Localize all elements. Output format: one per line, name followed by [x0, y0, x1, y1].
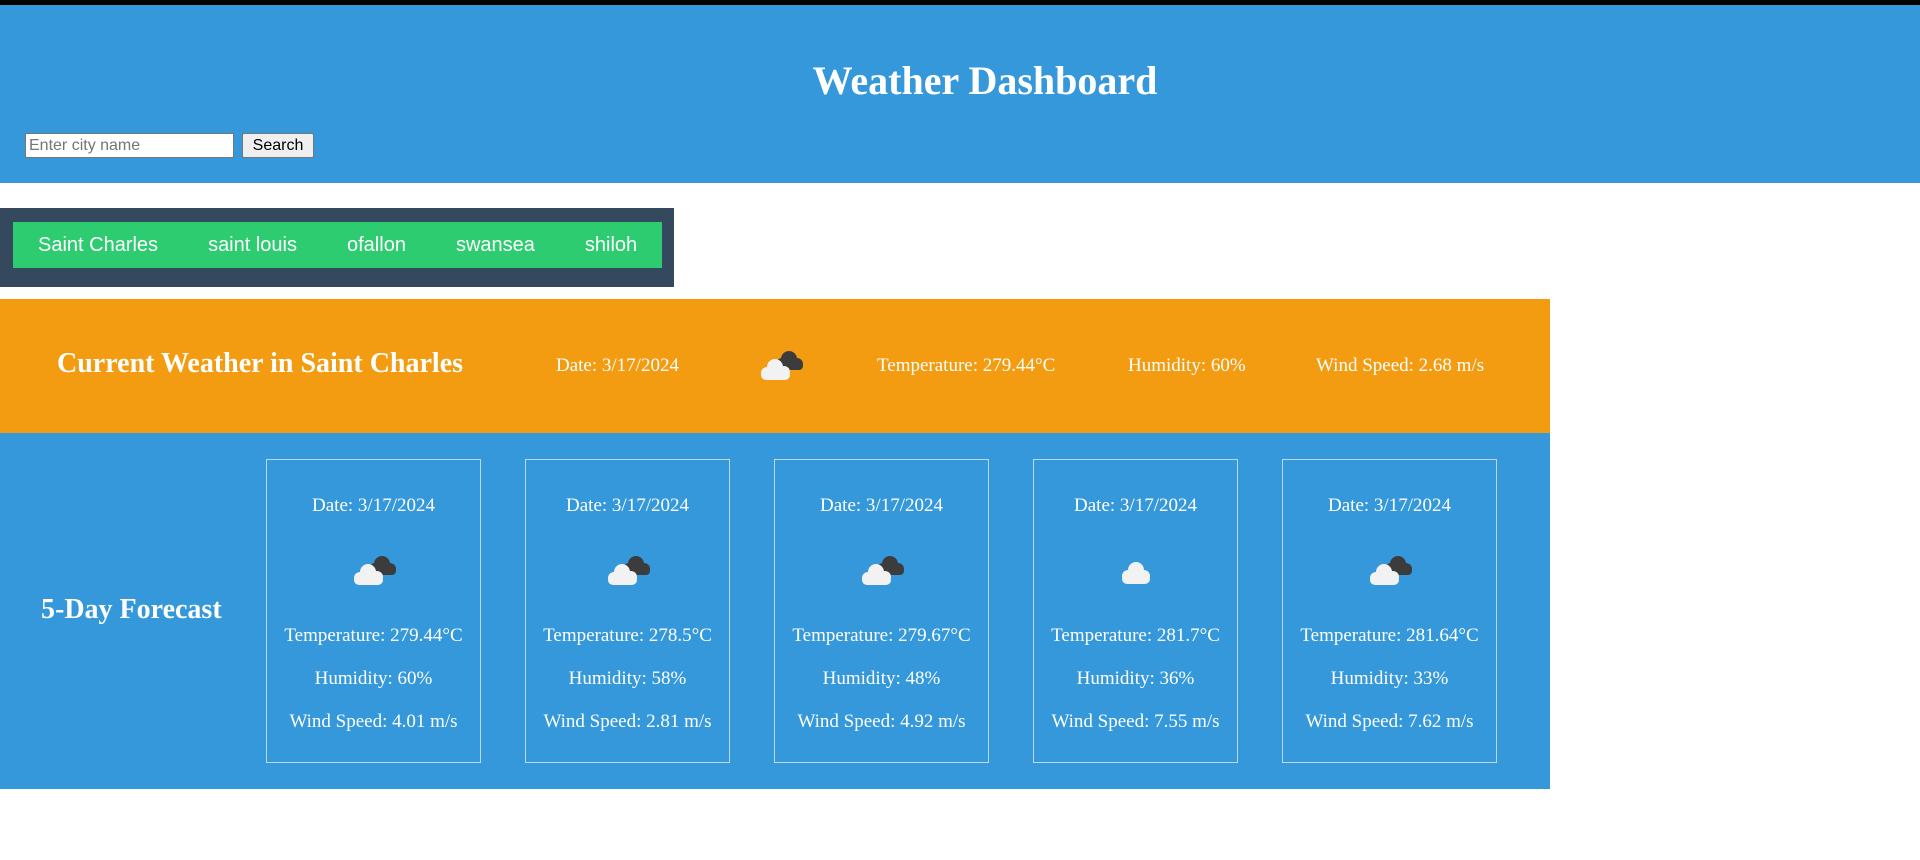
current-weather-title: Current Weather in Saint Charles [57, 348, 464, 379]
current-temperature: Temperature: 279.44°C [877, 355, 1056, 376]
forecast-title: 5-Day Forecast [41, 594, 222, 625]
broken-clouds-icon [1369, 556, 1412, 585]
forecast-humidity: Humidity: 48% [822, 668, 941, 689]
search-history-list: Saint Charles saint louis ofallon swanse… [13, 222, 662, 268]
history-item-saint-louis[interactable]: saint louis [183, 234, 322, 257]
forecast-wind-speed: Wind Speed: 7.62 m/s [1305, 711, 1474, 732]
app-title: Weather Dashboard [812, 58, 1158, 103]
forecast-section: 5-Day Forecast Date: 3/17/2024 Temperatu… [0, 433, 1550, 789]
forecast-date: Date: 3/17/2024 [566, 495, 689, 516]
forecast-humidity: Humidity: 60% [314, 668, 433, 689]
history-item-ofallon[interactable]: ofallon [322, 234, 431, 257]
current-date: Date: 3/17/2024 [556, 355, 679, 376]
cloud-icon [1121, 562, 1150, 584]
forecast-wind-speed: Wind Speed: 2.81 m/s [543, 711, 712, 732]
broken-clouds-icon [607, 556, 650, 585]
forecast-card: Date: 3/17/2024 Temperature: 279.67°C Hu… [774, 459, 989, 763]
forecast-card: Date: 3/17/2024 Temperature: 281.64°C Hu… [1282, 459, 1497, 763]
history-item-saint-charles[interactable]: Saint Charles [13, 234, 183, 257]
forecast-date: Date: 3/17/2024 [1328, 495, 1451, 516]
forecast-card: Date: 3/17/2024 Temperature: 279.44°C Hu… [266, 459, 481, 763]
history-item-shiloh[interactable]: shiloh [560, 234, 662, 257]
search-history-panel: Saint Charles saint louis ofallon swanse… [0, 208, 674, 287]
forecast-temperature: Temperature: 281.64°C [1300, 625, 1479, 646]
history-item-swansea[interactable]: swansea [431, 234, 560, 257]
forecast-temperature: Temperature: 281.7°C [1051, 625, 1220, 646]
forecast-date: Date: 3/17/2024 [1074, 495, 1197, 516]
app-header: Weather Dashboard Search [0, 5, 1920, 183]
current-weather: Current Weather in Saint Charles Date: 3… [0, 299, 1550, 433]
forecast-wind-speed: Wind Speed: 4.92 m/s [797, 711, 966, 732]
forecast-date: Date: 3/17/2024 [820, 495, 943, 516]
broken-clouds-icon [353, 556, 396, 585]
current-humidity: Humidity: 60% [1128, 355, 1246, 376]
forecast-temperature: Temperature: 279.67°C [792, 625, 971, 646]
forecast-date: Date: 3/17/2024 [312, 495, 435, 516]
search-button[interactable]: Search [242, 133, 314, 158]
forecast-card: Date: 3/17/2024 Temperature: 278.5°C Hum… [525, 459, 730, 763]
forecast-humidity: Humidity: 33% [1330, 668, 1449, 689]
forecast-temperature: Temperature: 279.44°C [284, 625, 463, 646]
forecast-wind-speed: Wind Speed: 4.01 m/s [289, 711, 458, 732]
forecast-humidity: Humidity: 58% [568, 668, 687, 689]
forecast-temperature: Temperature: 278.5°C [543, 625, 712, 646]
forecast-humidity: Humidity: 36% [1076, 668, 1195, 689]
forecast-card: Date: 3/17/2024 Temperature: 281.7°C Hum… [1033, 459, 1238, 763]
city-search-input[interactable] [25, 133, 234, 158]
broken-clouds-icon [761, 351, 803, 380]
broken-clouds-icon [861, 556, 904, 585]
forecast-wind-speed: Wind Speed: 7.55 m/s [1051, 711, 1220, 732]
current-wind-speed: Wind Speed: 2.68 m/s [1316, 355, 1485, 376]
